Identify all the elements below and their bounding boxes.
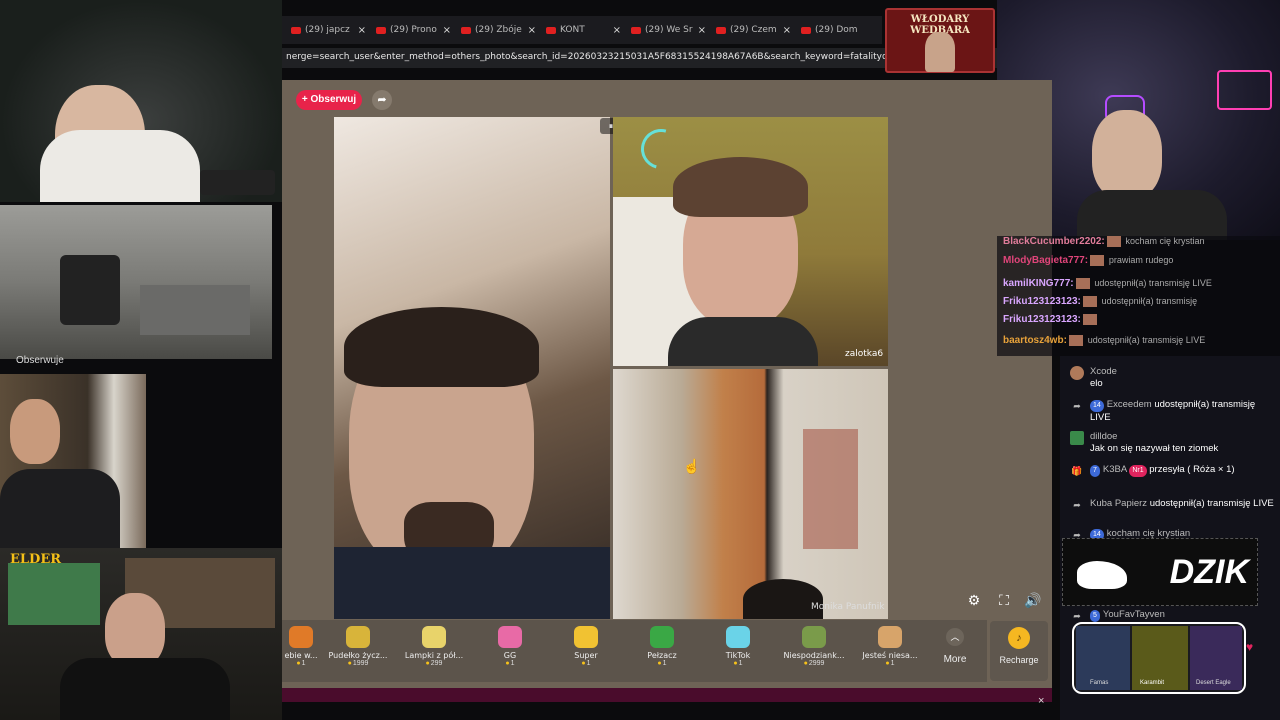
gift-icon [650, 626, 674, 648]
youtube-icon [546, 26, 556, 34]
video-panel-monika [613, 369, 888, 619]
gift-item[interactable]: Super1 [548, 620, 624, 667]
heart-icon[interactable]: ♥ [1246, 640, 1253, 654]
streamer-webcam-top-left [0, 0, 282, 202]
overlay-chat-line: baartosz4wb: udostępnił(a) transmisję LI… [1003, 335, 1206, 347]
avatar [1068, 335, 1083, 346]
close-icon[interactable]: × [613, 25, 621, 36]
browser-tab[interactable]: (29) Zbóje × [456, 19, 541, 41]
share-icon: ➦ [1073, 401, 1081, 411]
wlodary-sign: WŁODARY WEDBARA [885, 8, 995, 73]
room-camera [0, 205, 272, 359]
close-icon[interactable]: × [1038, 695, 1044, 707]
chat-message: 🎁 7 K3BA Nr1 przesyła ( Róża × 1) [1071, 464, 1235, 477]
bottom-strip [282, 688, 1052, 702]
avatar [1082, 314, 1097, 325]
elder-webcam [0, 548, 282, 720]
gift-item[interactable]: Niespodziank...2999 [776, 620, 852, 667]
coin-icon: ♪ [1008, 627, 1030, 649]
browser-tab[interactable]: (29) We Sr × [626, 19, 711, 41]
dzik-banner: DZIK [1062, 538, 1258, 606]
overlay-chat-line: BlackCucumber2202: kocham cię krystian [1003, 236, 1205, 248]
gift-icon [422, 626, 446, 648]
gift-icon [574, 626, 598, 648]
youtube-icon [801, 26, 811, 34]
overlay-chat-line: Friku123123123: udostępnił(a) transmisję [1003, 296, 1198, 308]
gift-icon [878, 626, 902, 648]
browser-tab[interactable]: KONT × [541, 19, 626, 41]
close-icon[interactable]: × [698, 25, 706, 36]
recharge-button[interactable]: ♪ Recharge [990, 621, 1048, 681]
gift-item[interactable]: GG1 [472, 620, 548, 667]
youtube-icon [631, 26, 641, 34]
close-icon[interactable]: × [443, 25, 451, 36]
close-icon[interactable]: × [783, 25, 791, 36]
volume-icon[interactable]: 🔊 [1024, 591, 1042, 609]
chat-message: dilldoe Jak on się nazywał ten ziomek [1070, 431, 1275, 455]
gift-bar: ebie w...1 Pudełko życz...1999 Lampki z … [282, 620, 987, 682]
overlay-chat-line: kamilKING777: udostępnił(a) transmisję L… [1003, 278, 1212, 290]
video-panel-host [334, 117, 610, 619]
chat-message: ➦ Kuba Papierz udostępnił(a) transmisję … [1070, 498, 1275, 512]
gift-icon [498, 626, 522, 648]
gift-item[interactable]: Pudełko życz...1999 [320, 620, 396, 667]
gift-icon [726, 626, 750, 648]
gift-icon [346, 626, 370, 648]
avatar [1070, 431, 1084, 445]
knife-skins-card: Famas Karambit Desert Eagle [1072, 622, 1246, 694]
gift-item[interactable]: TikTok1 [700, 620, 776, 667]
avatar [1090, 255, 1105, 266]
chat-message: ➦ 14 Exceedem udostępnił(a) transmisję LI… [1070, 399, 1275, 424]
share-icon[interactable]: ➦ [372, 90, 392, 110]
chat-message: Xcode elo [1070, 366, 1275, 390]
participant-name: Monika Panufnik [811, 602, 885, 612]
browser-tab[interactable]: (29) Czem × [711, 19, 796, 41]
overlay-chat-line: MlodyBagieta777: prawiam rudego [1003, 255, 1174, 267]
video-panel-zalotka [613, 117, 888, 366]
avatar [1082, 296, 1097, 307]
browser-tab[interactable]: (29) Dom [796, 19, 881, 41]
browser-tab[interactable]: (29) japcz × [286, 19, 371, 41]
gift-item[interactable]: Pełzacz1 [624, 620, 700, 667]
share-icon: ➦ [1073, 611, 1081, 621]
more-gifts-button[interactable]: ︿ More [935, 628, 975, 672]
famas-skin: Famas [1076, 626, 1130, 690]
chevron-up-icon: ︿ [946, 628, 964, 646]
youtube-icon [291, 26, 301, 34]
gift-icon [802, 626, 826, 648]
overlay-chat-line: Friku123123123: [1003, 314, 1097, 325]
stream-chat-overlay: BlackCucumber2202: kocham cię krystian M… [997, 236, 1280, 356]
karambit-skin: Karambit [1132, 626, 1188, 690]
fullscreen-icon[interactable]: ⛶ [995, 591, 1013, 609]
browser-tab[interactable]: (29) Prono × [371, 19, 456, 41]
follow-button[interactable]: + Obserwuj [296, 90, 362, 110]
youtube-icon [716, 26, 726, 34]
desert-eagle-skin: Desert Eagle [1190, 626, 1242, 690]
close-icon[interactable]: × [528, 25, 536, 36]
settings-icon[interactable]: ⚙ [965, 591, 983, 609]
avatar [1106, 236, 1121, 247]
browser-tab-strip: (29) japcz × (29) Prono × (29) Zbóje × KONT… [282, 16, 882, 44]
gift-item[interactable]: Jesteś niesa...1 [852, 620, 928, 667]
obserwuje-label: Obserwuje [16, 355, 64, 366]
avatar [1070, 366, 1084, 380]
avatar [1075, 278, 1090, 289]
gift-item[interactable]: ebie w...1 [282, 620, 320, 667]
gift-icon: 🎁 [1071, 466, 1083, 476]
youtube-icon [461, 26, 471, 34]
close-icon[interactable]: × [358, 25, 366, 36]
gift-icon [289, 626, 313, 648]
mouse-cursor-icon: ☝ [683, 458, 701, 474]
guest-webcam [0, 374, 146, 549]
participant-name: zalotka6 [845, 349, 884, 359]
elder-logo: ELDER [10, 552, 62, 567]
gift-item[interactable]: Lampki z pół...299 [396, 620, 472, 667]
chat-message: ➦ 5 YouFavTayven [1070, 609, 1275, 623]
share-icon: ➦ [1073, 500, 1081, 510]
youtube-icon [376, 26, 386, 34]
